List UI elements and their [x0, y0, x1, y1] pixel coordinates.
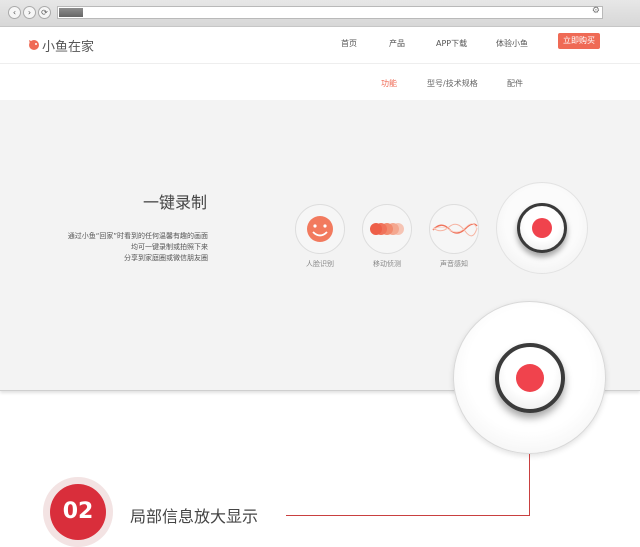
sound-wave-icon	[432, 223, 478, 237]
menu-products[interactable]: 产品	[389, 38, 405, 49]
tab-features[interactable]: 功能	[381, 78, 397, 89]
settings-icon[interactable]: ⚙	[592, 6, 600, 16]
buy-now-button[interactable]: 立即购买	[558, 33, 600, 49]
record-button-container	[496, 182, 588, 274]
smile-face-icon	[307, 216, 333, 242]
callout-badge: 02	[43, 477, 113, 547]
site-header: 小鱼在家 首页 产品 APP下载 体验小鱼 立即购买	[0, 27, 640, 64]
sound-sensing-feature[interactable]	[429, 204, 479, 254]
sub-navigation: 功能 型号/技术规格 配件	[0, 64, 640, 100]
feature-label: 人脸识别	[306, 260, 334, 268]
feature-description: 通过小鱼“回家”时看到的任何温馨有趣的画面 均可一键录制或拍照下来 分享到家庭圈…	[68, 231, 208, 264]
zoom-magnifier	[453, 301, 606, 454]
feature-label: 声音感知	[440, 260, 468, 268]
feature-label: 移动侦测	[373, 260, 401, 268]
callout-line-horizontal	[286, 515, 530, 516]
fish-logo-icon	[29, 40, 39, 50]
forward-button[interactable]: ›	[23, 6, 36, 19]
callout-caption: 局部信息放大显示	[130, 507, 259, 526]
motion-detection-feature[interactable]	[362, 204, 412, 254]
forward-icon: ›	[27, 8, 32, 17]
description-line: 通过小鱼“回家”时看到的任何温馨有趣的画面	[67, 232, 208, 240]
menu-home[interactable]: 首页	[341, 38, 357, 49]
back-icon: ‹	[12, 8, 17, 17]
description-line: 均可一键录制或拍照下来	[131, 243, 208, 251]
record-button[interactable]	[517, 203, 567, 253]
zoomed-record-button	[495, 343, 565, 413]
motion-detect-icon	[370, 223, 404, 235]
menu-app-download[interactable]: APP下载	[436, 38, 467, 49]
tab-accessories[interactable]: 配件	[507, 78, 523, 89]
back-button[interactable]: ‹	[8, 6, 21, 19]
address-bar[interactable]: ⚙	[57, 6, 603, 19]
reload-button[interactable]: ⟳	[38, 6, 51, 19]
callout-line-vertical	[529, 454, 530, 516]
menu-experience[interactable]: 体验小鱼	[496, 38, 528, 49]
callout-number: 02	[50, 484, 106, 540]
tab-specs[interactable]: 型号/技术规格	[427, 78, 478, 89]
site-logo[interactable]: 小鱼在家	[42, 36, 94, 55]
record-button-icon	[532, 218, 552, 238]
feature-title: 一键录制	[142, 193, 207, 212]
record-dot-icon	[516, 364, 544, 392]
face-recognition-feature[interactable]	[295, 204, 345, 254]
address-favicon	[59, 8, 83, 17]
browser-toolbar: ‹ › ⟳ ⚙	[0, 0, 640, 27]
reload-icon: ⟳	[41, 8, 48, 17]
description-line: 分享到家庭圈或微信朋友圈	[124, 254, 208, 262]
